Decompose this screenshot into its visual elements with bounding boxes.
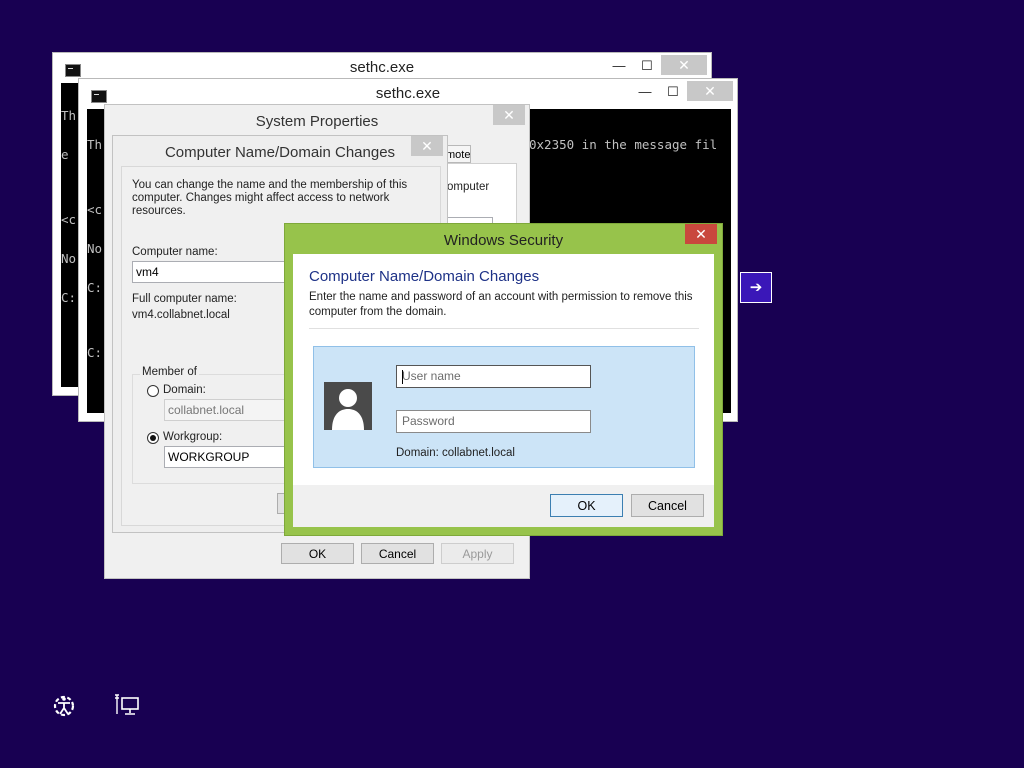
submit-arrow-button[interactable]: ➔ (740, 272, 772, 303)
close-button[interactable]: ✕ (493, 105, 525, 125)
computer-name-label: Computer name: (132, 246, 218, 258)
minimize-button[interactable]: — (605, 57, 633, 75)
close-button[interactable]: ✕ (661, 55, 707, 75)
credential-panel: User name Password Domain: collabnet.loc… (313, 346, 695, 468)
workgroup-radio[interactable] (147, 432, 159, 444)
ease-of-access-icon (53, 695, 75, 717)
password-input[interactable]: Password (396, 410, 591, 433)
console-line: 0x2350 in the message fil (529, 137, 718, 152)
dialog-title: Computer Name/Domain Changes (164, 144, 396, 161)
apply-button: Apply (441, 543, 514, 564)
window-title: System Properties (255, 113, 379, 130)
ok-button[interactable]: OK (281, 543, 354, 564)
minimize-button[interactable]: — (631, 83, 659, 101)
member-of-label: Member of (140, 366, 199, 378)
workgroup-label: Workgroup: (163, 431, 223, 443)
text-cursor (402, 370, 403, 384)
divider (309, 328, 699, 329)
domain-input: collabnet.local (164, 399, 304, 421)
maximize-button[interactable]: ☐ (633, 57, 661, 75)
full-name-label: Full computer name: (132, 293, 237, 305)
cancel-button[interactable]: Cancel (631, 494, 704, 517)
ease-of-access-button[interactable] (50, 692, 78, 720)
user-avatar (324, 382, 372, 430)
windows-security-dialog: Windows Security ✕ Computer Name/Domain … (284, 223, 723, 536)
ok-button[interactable]: OK (550, 494, 623, 517)
workgroup-input[interactable]: WORKGROUP (164, 446, 304, 468)
cancel-button[interactable]: Cancel (361, 543, 434, 564)
user-icon (332, 389, 364, 430)
dialog-message: Enter the name and password of an accoun… (309, 291, 693, 318)
dialog-footer: OK Cancel (293, 485, 714, 527)
dialog-title: Windows Security (443, 232, 564, 249)
network-icon (115, 694, 139, 715)
network-button[interactable] (114, 692, 142, 720)
domain-label: Domain: (163, 384, 206, 396)
description-text: You can change the name and the membersh… (132, 179, 408, 217)
close-button[interactable]: ✕ (687, 81, 733, 101)
maximize-button[interactable]: ☐ (659, 83, 687, 101)
close-button[interactable]: ✕ (411, 136, 443, 156)
dialog-heading: Computer Name/Domain Changes (309, 268, 540, 285)
domain-radio[interactable] (147, 385, 159, 397)
partial-text: omputer (447, 181, 490, 193)
username-input[interactable]: User name (396, 365, 591, 388)
full-name-value: vm4.collabnet.local (132, 309, 230, 321)
domain-text: Domain: collabnet.local (396, 447, 515, 459)
dialog-body: Computer Name/Domain Changes Enter the n… (293, 254, 714, 527)
close-button[interactable]: ✕ (685, 224, 717, 244)
arrow-right-icon: ➔ (749, 279, 763, 296)
